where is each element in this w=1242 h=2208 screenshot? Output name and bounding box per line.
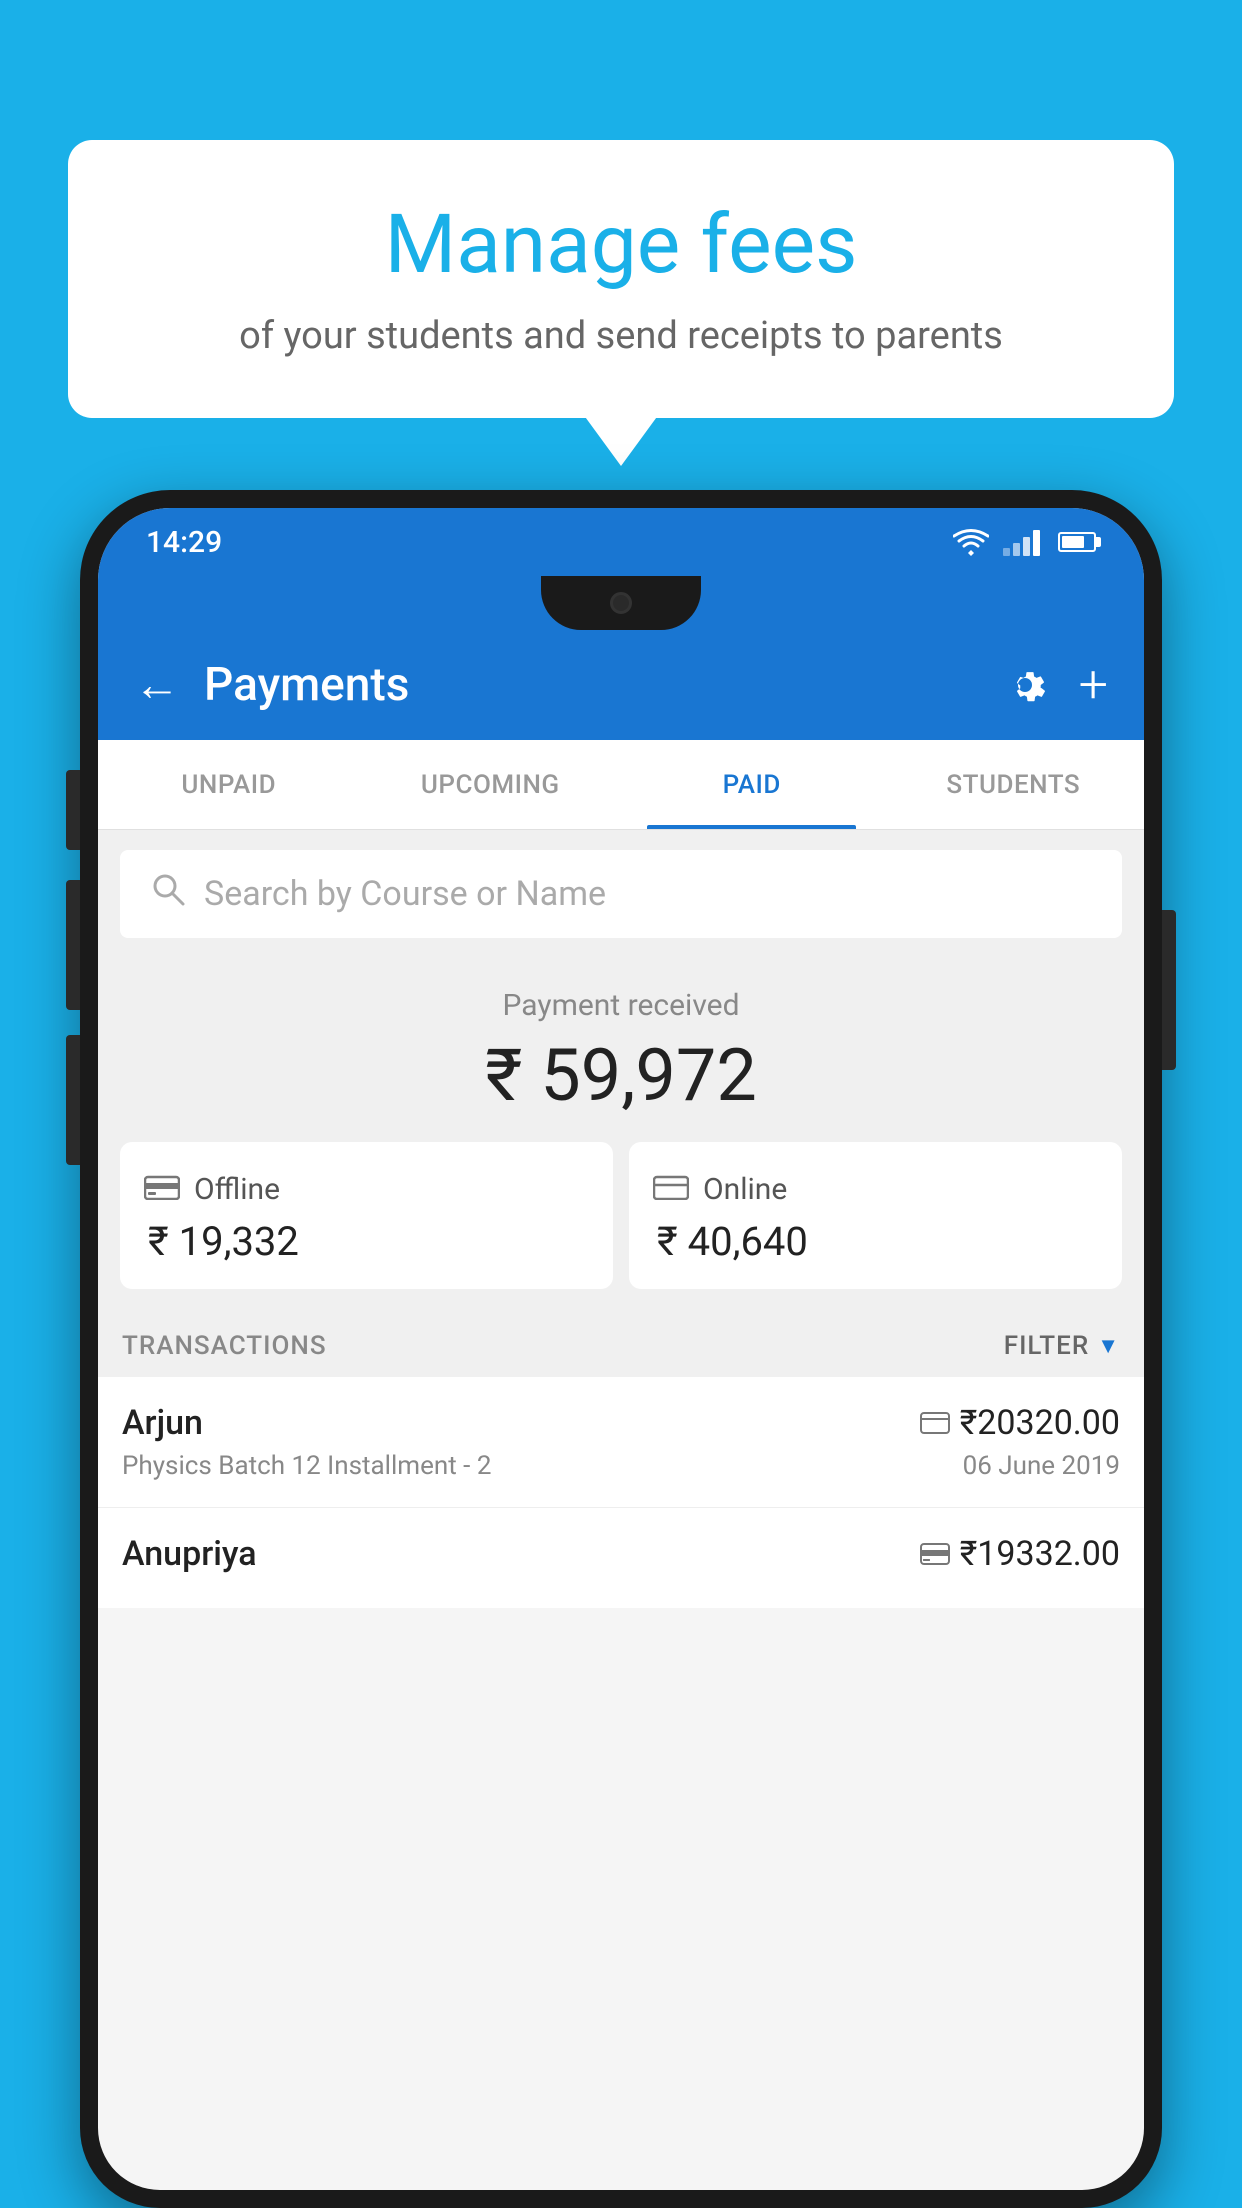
- notch-area: [98, 576, 1144, 630]
- battery-icon: [1058, 532, 1096, 552]
- student-name: Anupriya: [122, 1534, 257, 1574]
- speech-bubble-wrapper: Manage fees of your students and send re…: [68, 140, 1174, 418]
- bubble-subtitle: of your students and send receipts to pa…: [128, 310, 1114, 363]
- search-bar[interactable]: Search by Course or Name: [120, 850, 1122, 938]
- table-row[interactable]: Anupriya ₹19332.00: [98, 1508, 1144, 1608]
- speech-bubble: Manage fees of your students and send re…: [68, 140, 1174, 418]
- transaction-amount: ₹19332.00: [960, 1534, 1120, 1574]
- amount-wrap: ₹20320.00: [920, 1403, 1120, 1443]
- app-bar-actions: +: [1001, 659, 1108, 711]
- tab-unpaid[interactable]: UNPAID: [98, 740, 360, 829]
- tab-upcoming[interactable]: UPCOMING: [360, 740, 622, 829]
- transactions-header: TRANSACTIONS FILTER ▼: [98, 1309, 1144, 1377]
- payment-summary: Payment received ₹ 59,972: [98, 958, 1144, 1309]
- online-icon: [653, 1170, 689, 1208]
- online-card-header: Online: [653, 1170, 1098, 1208]
- side-button-vol-down: [66, 1035, 80, 1165]
- add-payment-button[interactable]: +: [1079, 659, 1108, 711]
- status-bar: 14:29: [98, 508, 1144, 576]
- signal-icon: [1003, 528, 1040, 556]
- filter-label: FILTER: [1004, 1331, 1089, 1361]
- status-time: 14:29: [146, 525, 222, 560]
- transaction-row-bottom: Physics Batch 12 Installment - 2 06 June…: [122, 1451, 1120, 1481]
- offline-payment-card: Offline ₹ 19,332: [120, 1142, 613, 1289]
- payment-cards: Offline ₹ 19,332: [120, 1142, 1122, 1289]
- filter-icon: ▼: [1097, 1333, 1120, 1359]
- table-row[interactable]: Arjun ₹20320.00 Physics Batch 12 Install…: [98, 1377, 1144, 1508]
- front-camera: [610, 592, 632, 614]
- side-button-power: [1162, 910, 1176, 1070]
- transaction-date: 06 June 2019: [963, 1451, 1120, 1481]
- side-button-vol-mute: [66, 770, 80, 850]
- bubble-title: Manage fees: [128, 200, 1114, 290]
- offline-amount: ₹ 19,332: [144, 1218, 589, 1265]
- payment-type-icon: [920, 1543, 950, 1565]
- transaction-amount: ₹20320.00: [960, 1403, 1120, 1443]
- filter-button[interactable]: FILTER ▼: [1004, 1331, 1120, 1361]
- payment-type-icon: [920, 1412, 950, 1434]
- phone-outer: 14:29: [80, 490, 1162, 2208]
- transaction-row-top: Anupriya ₹19332.00: [122, 1534, 1120, 1574]
- page-title: Payments: [204, 658, 977, 712]
- amount-wrap: ₹19332.00: [920, 1534, 1120, 1574]
- notch: [541, 576, 701, 630]
- tab-paid[interactable]: PAID: [621, 740, 883, 829]
- phone-wrapper: 14:29: [80, 490, 1162, 2208]
- online-payment-card: Online ₹ 40,640: [629, 1142, 1122, 1289]
- offline-icon: [144, 1170, 180, 1208]
- transactions-label: TRANSACTIONS: [122, 1331, 327, 1361]
- offline-card-header: Offline: [144, 1170, 589, 1208]
- payment-received-label: Payment received: [120, 988, 1122, 1023]
- app-bar: ← Payments +: [98, 630, 1144, 740]
- tabs-bar: UNPAID UPCOMING PAID STUDENTS: [98, 740, 1144, 830]
- offline-label: Offline: [194, 1172, 280, 1207]
- phone-screen: 14:29: [98, 508, 1144, 2190]
- search-bar-container: Search by Course or Name: [98, 830, 1144, 958]
- back-button[interactable]: ←: [134, 662, 180, 708]
- tab-students[interactable]: STUDENTS: [883, 740, 1145, 829]
- student-name: Arjun: [122, 1403, 203, 1443]
- online-amount: ₹ 40,640: [653, 1218, 1098, 1265]
- online-label: Online: [703, 1172, 787, 1207]
- search-input[interactable]: Search by Course or Name: [204, 874, 606, 914]
- payment-total-amount: ₹ 59,972: [120, 1033, 1122, 1118]
- transaction-list: Arjun ₹20320.00 Physics Batch 12 Install…: [98, 1377, 1144, 1608]
- transaction-row-top: Arjun ₹20320.00: [122, 1403, 1120, 1443]
- search-icon: [150, 871, 186, 917]
- wifi-icon: [953, 528, 989, 556]
- status-icons: [953, 528, 1096, 556]
- side-button-vol-up: [66, 880, 80, 1010]
- course-name: Physics Batch 12 Installment - 2: [122, 1451, 491, 1481]
- settings-icon[interactable]: [1001, 661, 1049, 709]
